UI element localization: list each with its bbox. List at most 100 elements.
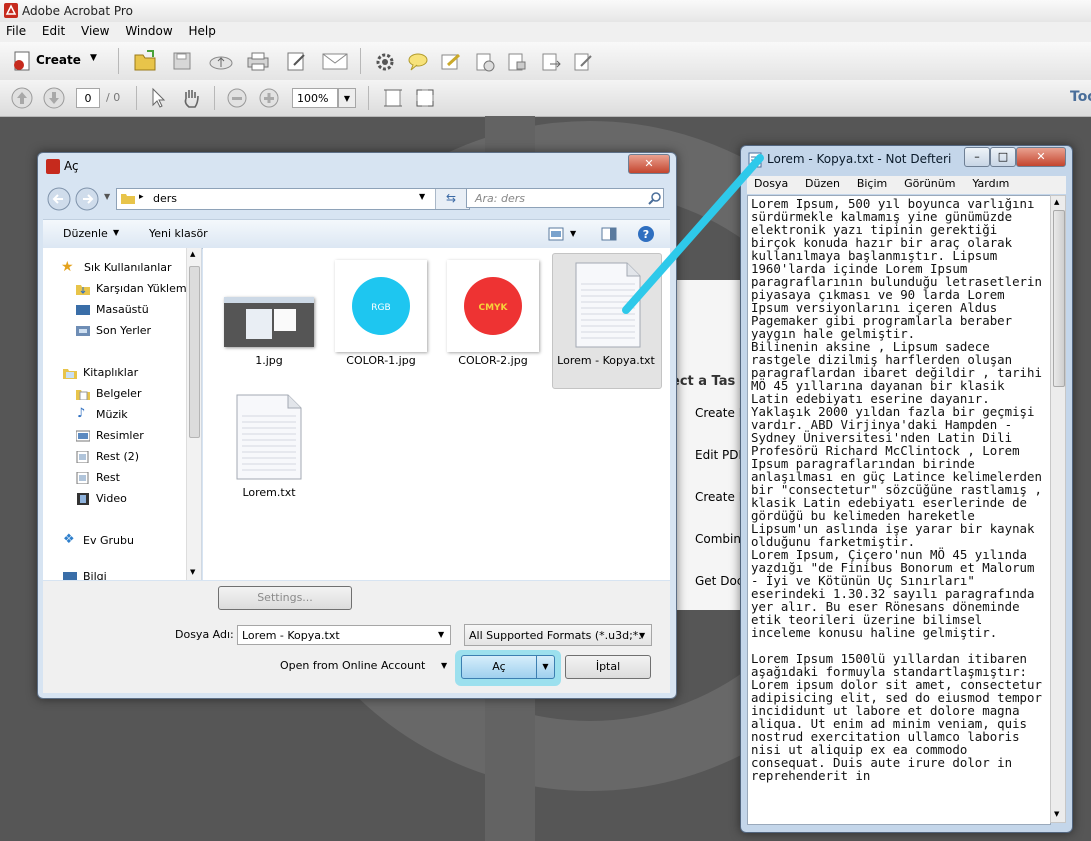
zoom-out-icon[interactable] bbox=[226, 87, 248, 109]
menu-help[interactable]: Help bbox=[182, 22, 221, 38]
pictures-icon bbox=[76, 430, 90, 442]
task-create-pdf[interactable]: Create P bbox=[695, 406, 746, 420]
chevron-down-icon[interactable]: ▼ bbox=[419, 192, 425, 201]
edit-document-icon[interactable] bbox=[286, 51, 308, 71]
menu-yardim[interactable]: Yardım bbox=[965, 176, 1015, 190]
file-1-jpg[interactable] bbox=[223, 258, 315, 350]
nav-desktop[interactable]: Masaüstü bbox=[76, 301, 149, 319]
zoom-in-icon[interactable] bbox=[258, 87, 280, 109]
new-folder-button[interactable]: Yeni klasör bbox=[149, 227, 208, 240]
task-combine[interactable]: Combin bbox=[695, 532, 741, 546]
task-heading: ect a Tas bbox=[671, 374, 736, 389]
breadcrumb-current-folder[interactable]: ders bbox=[153, 192, 177, 205]
save-icon[interactable] bbox=[172, 51, 192, 71]
scroll-up-icon: ▲ bbox=[190, 250, 196, 258]
menu-bicim[interactable]: Biçim bbox=[850, 176, 893, 190]
protect-icon[interactable] bbox=[506, 52, 528, 72]
file-color-1-jpg[interactable]: RGB bbox=[335, 260, 427, 352]
chevron-down-icon[interactable]: ▼ bbox=[441, 661, 447, 670]
email-icon[interactable] bbox=[322, 53, 348, 71]
nav-homegroup[interactable]: ❖ Ev Grubu bbox=[63, 532, 134, 550]
open-online-account-link[interactable]: Open from Online Account bbox=[280, 659, 425, 672]
menu-view[interactable]: View bbox=[75, 22, 115, 38]
previous-page-icon[interactable] bbox=[10, 86, 34, 110]
select-cursor-icon[interactable] bbox=[148, 87, 168, 109]
file-color-2-jpg[interactable]: CMYK bbox=[447, 260, 539, 352]
chevron-down-icon[interactable]: ▼ bbox=[570, 229, 576, 238]
minimize-button[interactable]: – bbox=[964, 147, 990, 167]
homegroup-icon: ❖ bbox=[63, 532, 75, 547]
image-thumbnail bbox=[224, 297, 314, 347]
chevron-down-icon[interactable]: ▼ bbox=[536, 656, 554, 678]
nav-documents[interactable]: Belgeler bbox=[76, 385, 141, 403]
gear-icon[interactable] bbox=[375, 52, 395, 72]
menu-window[interactable]: Window bbox=[119, 22, 178, 38]
task-get-documents[interactable]: Get Doc bbox=[695, 574, 743, 588]
file-label: Lorem - Kopya.txt bbox=[557, 354, 655, 367]
redact-icon[interactable] bbox=[474, 52, 496, 72]
rgb-badge: RGB bbox=[371, 303, 390, 313]
app-title: Adobe Acrobat Pro bbox=[22, 4, 133, 18]
chevron-down-icon[interactable]: ▼ bbox=[438, 630, 444, 639]
address-bar[interactable]: ▸ ders ▼ ⇆ bbox=[116, 188, 470, 210]
export-icon[interactable] bbox=[540, 52, 562, 72]
page-number-input[interactable]: 0 bbox=[76, 88, 100, 108]
nav-computer[interactable]: Bilgi bbox=[63, 568, 107, 580]
print-icon[interactable] bbox=[246, 51, 270, 71]
nav-pictures[interactable]: Resimler bbox=[76, 427, 144, 445]
menu-edit[interactable]: Edit bbox=[36, 22, 71, 38]
nav-recent-places[interactable]: Son Yerler bbox=[76, 322, 151, 340]
open-button[interactable]: Aç ▼ bbox=[461, 655, 555, 679]
zoom-input[interactable]: 100% bbox=[292, 88, 338, 108]
notepad-text-area[interactable]: Lorem Ipsum, 500 yıl boyunca varlığını s… bbox=[747, 195, 1051, 825]
fit-page-icon[interactable] bbox=[382, 87, 404, 109]
close-icon: ✕ bbox=[1036, 150, 1046, 163]
next-page-icon[interactable] bbox=[42, 86, 66, 110]
library-folder-icon bbox=[76, 472, 89, 484]
task-panel: ect a Tas Create P Edit PDF Create F Com… bbox=[671, 280, 746, 610]
menubar: File Edit View Window Help bbox=[0, 22, 1091, 43]
nav-scrollbar[interactable]: ▲ ▼ bbox=[186, 248, 201, 580]
desktop-icon bbox=[76, 305, 90, 315]
nav-rest-2[interactable]: Rest (2) bbox=[76, 448, 139, 466]
nav-scroll-thumb[interactable] bbox=[189, 266, 200, 438]
back-forward-buttons[interactable] bbox=[46, 186, 106, 212]
filename-input[interactable]: Lorem - Kopya.txt bbox=[237, 625, 451, 645]
full-screen-icon[interactable] bbox=[414, 87, 436, 109]
task-edit-pdf[interactable]: Edit PDF bbox=[695, 448, 745, 462]
cloud-upload-icon[interactable] bbox=[208, 51, 234, 71]
menu-duzen[interactable]: Düzen bbox=[798, 176, 846, 190]
menu-gorunum[interactable]: Görünüm bbox=[897, 176, 961, 190]
nav-libraries[interactable]: Kitaplıklar bbox=[63, 364, 138, 382]
nav-video[interactable]: Video bbox=[76, 490, 127, 508]
file-lorem-txt[interactable] bbox=[236, 394, 302, 480]
notepad-close-button[interactable]: ✕ bbox=[1016, 147, 1066, 167]
view-options-icon[interactable] bbox=[548, 227, 564, 241]
menu-file[interactable]: File bbox=[0, 22, 32, 38]
nav-favorites[interactable]: ★ Sık Kullanılanlar bbox=[61, 259, 172, 277]
sign-icon[interactable] bbox=[440, 52, 462, 72]
nav-rest[interactable]: Rest bbox=[76, 469, 120, 487]
navigation-pane: ★ Sık Kullanılanlar Karşıdan Yüklem Masa… bbox=[43, 248, 202, 580]
task-create-form[interactable]: Create F bbox=[695, 490, 746, 504]
organize-menu[interactable]: Düzenle bbox=[63, 227, 108, 240]
comment-icon[interactable] bbox=[407, 52, 429, 72]
refresh-button[interactable]: ⇆ bbox=[435, 189, 469, 209]
settings-button[interactable]: Settings... bbox=[218, 586, 352, 610]
tools-pane-link[interactable]: Too bbox=[1070, 89, 1091, 105]
hand-tool-icon[interactable] bbox=[180, 87, 202, 109]
open-folder-icon[interactable] bbox=[133, 49, 159, 73]
nav-downloads[interactable]: Karşıdan Yüklem bbox=[76, 280, 187, 298]
maximize-button[interactable]: □ bbox=[990, 147, 1016, 167]
create-button[interactable]: Create ▼ bbox=[8, 50, 106, 72]
zoom-dropdown-button[interactable]: ▼ bbox=[338, 88, 356, 108]
preview-pane-icon[interactable] bbox=[601, 227, 617, 241]
cancel-button[interactable]: İptal bbox=[565, 655, 651, 679]
chevron-down-icon: ▼ bbox=[113, 228, 120, 237]
file-type-select[interactable]: All Supported Formats (*.u3d;*. bbox=[464, 624, 652, 646]
notepad-scrollbar[interactable]: ▲ ▼ bbox=[1050, 195, 1066, 823]
notepad-scroll-thumb[interactable] bbox=[1053, 210, 1065, 387]
recent-locations-chevron-icon[interactable]: ▼ bbox=[104, 192, 110, 201]
nav-music[interactable]: ♪ Müzik bbox=[76, 406, 128, 424]
form-icon[interactable] bbox=[572, 52, 594, 72]
